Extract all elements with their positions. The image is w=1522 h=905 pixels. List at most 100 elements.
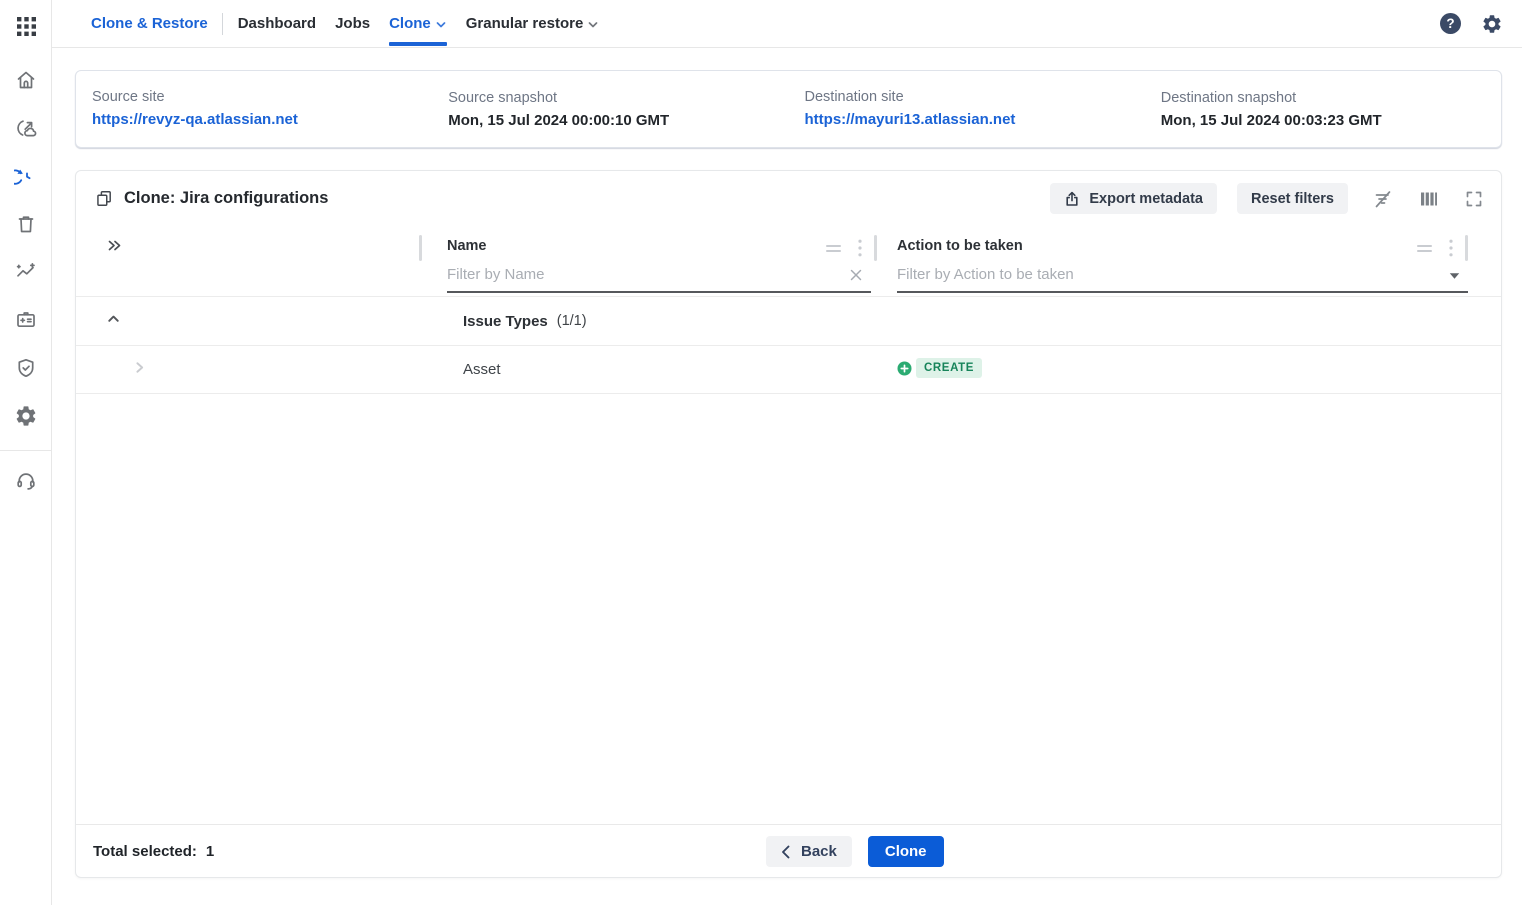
destination-snapshot-value: Mon, 15 Jul 2024 00:03:23 GMT: [1161, 112, 1501, 129]
topbar-actions: ?: [1440, 13, 1522, 35]
nav-granular-restore[interactable]: Granular restore: [466, 0, 600, 48]
shield-check-icon: [14, 356, 38, 380]
sidebar-item-clone-history[interactable]: [14, 164, 38, 188]
table-row-asset: Asset CREATE: [76, 346, 1501, 394]
fullscreen-button[interactable]: [1464, 189, 1484, 209]
nav-jobs[interactable]: Jobs: [335, 0, 370, 48]
group-row-issue-types: Issue Types (1/1): [76, 297, 1501, 346]
action-column-label: Action to be taken: [897, 238, 1023, 254]
sidebar: [0, 0, 52, 905]
brand-link[interactable]: Clone & Restore: [91, 15, 208, 32]
header-spacer: [1468, 226, 1501, 296]
gear-icon: [1481, 13, 1503, 35]
nav-clone[interactable]: Clone: [389, 0, 447, 48]
panel-title-wrap: Clone: Jira configurations: [95, 189, 328, 208]
reset-filters-label: Reset filters: [1251, 191, 1334, 207]
sidebar-item-support[interactable]: [14, 469, 38, 493]
page: Clone & Restore Dashboard Jobs Clone Gra…: [0, 0, 1522, 905]
snapshot-summary-card: Source site https://revyz-qa.atlassian.n…: [75, 70, 1502, 148]
trash-icon: [14, 212, 38, 236]
sidebar-item-license[interactable]: [14, 308, 38, 332]
chevron-down-icon: [587, 19, 599, 31]
clear-filter-button[interactable]: [849, 268, 863, 282]
destination-snapshot-field: Destination snapshot Mon, 15 Jul 2024 00…: [1145, 90, 1501, 129]
kebab-icon: [1449, 239, 1453, 257]
nav-granular-restore-label: Granular restore: [466, 15, 584, 32]
headset-icon: [14, 469, 38, 493]
clone-label: Clone: [885, 843, 927, 860]
destination-snapshot-label: Destination snapshot: [1161, 90, 1501, 106]
destination-site-link[interactable]: https://mayuri13.atlassian.net: [805, 111, 1016, 128]
columns-icon: [1418, 188, 1440, 210]
filter-off-icon: [1372, 188, 1394, 210]
name-column-label: Name: [447, 238, 487, 254]
settings-button[interactable]: [1481, 13, 1503, 35]
export-icon: [1064, 191, 1080, 207]
action-filter: [897, 262, 1468, 290]
sidebar-item-trash[interactable]: [14, 212, 38, 236]
gear-icon: [14, 404, 38, 428]
source-site-label: Source site: [92, 89, 432, 105]
total-selected-label: Total selected:: [93, 843, 197, 860]
expand-all-button[interactable]: [105, 236, 124, 255]
source-snapshot-label: Source snapshot: [448, 90, 788, 106]
chevron-down-icon: [435, 19, 447, 31]
sidebar-item-settings[interactable]: [14, 404, 38, 428]
export-metadata-button[interactable]: Export metadata: [1050, 183, 1217, 214]
action-column-header: Action to be taken: [877, 226, 1468, 296]
nav-dashboard[interactable]: Dashboard: [238, 0, 316, 48]
copy-icon: [95, 189, 114, 208]
status-badge: CREATE: [916, 358, 982, 378]
back-button[interactable]: Back: [766, 836, 852, 867]
name-filter-input[interactable]: [447, 262, 837, 283]
help-glyph: ?: [1446, 16, 1454, 31]
filter-underline: [897, 291, 1468, 293]
filter-underline: [447, 291, 871, 293]
name-column-header: Name: [422, 226, 877, 296]
app-switcher-button[interactable]: [9, 14, 43, 38]
back-label: Back: [801, 843, 837, 860]
row-name-cell: Asset: [422, 361, 877, 378]
destination-site-field: Destination site https://mayuri13.atlass…: [789, 89, 1145, 129]
row-action-cell: CREATE: [877, 358, 1468, 381]
action-filter-select[interactable]: [897, 262, 1434, 283]
collapse-group-button[interactable]: [105, 310, 122, 327]
source-snapshot-value: Mon, 15 Jul 2024 00:00:10 GMT: [448, 112, 788, 129]
license-card-icon: [14, 308, 38, 332]
nav-clone-label: Clone: [389, 15, 431, 32]
clear-filters-icon-button[interactable]: [1372, 188, 1394, 210]
drag-handle-icon[interactable]: [826, 244, 841, 253]
sidebar-item-security[interactable]: [14, 356, 38, 380]
group-count: (1/1): [557, 313, 587, 329]
footer-buttons: Back Clone: [766, 836, 944, 867]
sidebar-item-backup-restore[interactable]: [14, 116, 38, 140]
chevron-right-icon: [131, 359, 148, 376]
dropdown-caret-icon[interactable]: [1449, 272, 1460, 280]
nav-separator: [222, 13, 223, 35]
drag-handle-icon[interactable]: [1417, 244, 1432, 253]
double-chevron-right-icon: [105, 236, 124, 255]
action-badge: CREATE: [897, 358, 982, 378]
kebab-icon: [858, 239, 862, 257]
close-icon: [849, 268, 863, 282]
sidebar-item-home[interactable]: [14, 68, 38, 92]
page-title: Clone: Jira configurations: [124, 189, 328, 208]
name-filter: [447, 262, 871, 290]
backup-restore-icon: [14, 116, 38, 140]
sidebar-item-analytics[interactable]: [14, 260, 38, 284]
column-menu-button[interactable]: [858, 239, 862, 257]
reset-filters-button[interactable]: Reset filters: [1237, 183, 1348, 214]
expand-column-header: [90, 226, 422, 296]
home-icon: [14, 68, 38, 92]
total-selected-value: 1: [206, 843, 214, 860]
sidebar-nav: [0, 68, 52, 428]
clone-button[interactable]: Clone: [868, 836, 944, 867]
column-menu-button[interactable]: [1449, 239, 1453, 257]
help-button[interactable]: ?: [1440, 13, 1461, 34]
source-site-link[interactable]: https://revyz-qa.atlassian.net: [92, 111, 298, 128]
column-settings-button[interactable]: [1418, 188, 1440, 210]
expand-row-button[interactable]: [131, 359, 148, 376]
nav-dashboard-label: Dashboard: [238, 15, 316, 32]
source-snapshot-field: Source snapshot Mon, 15 Jul 2024 00:00:1…: [432, 90, 788, 129]
panel-footer: Total selected: 1 Back Clone: [76, 824, 1501, 877]
